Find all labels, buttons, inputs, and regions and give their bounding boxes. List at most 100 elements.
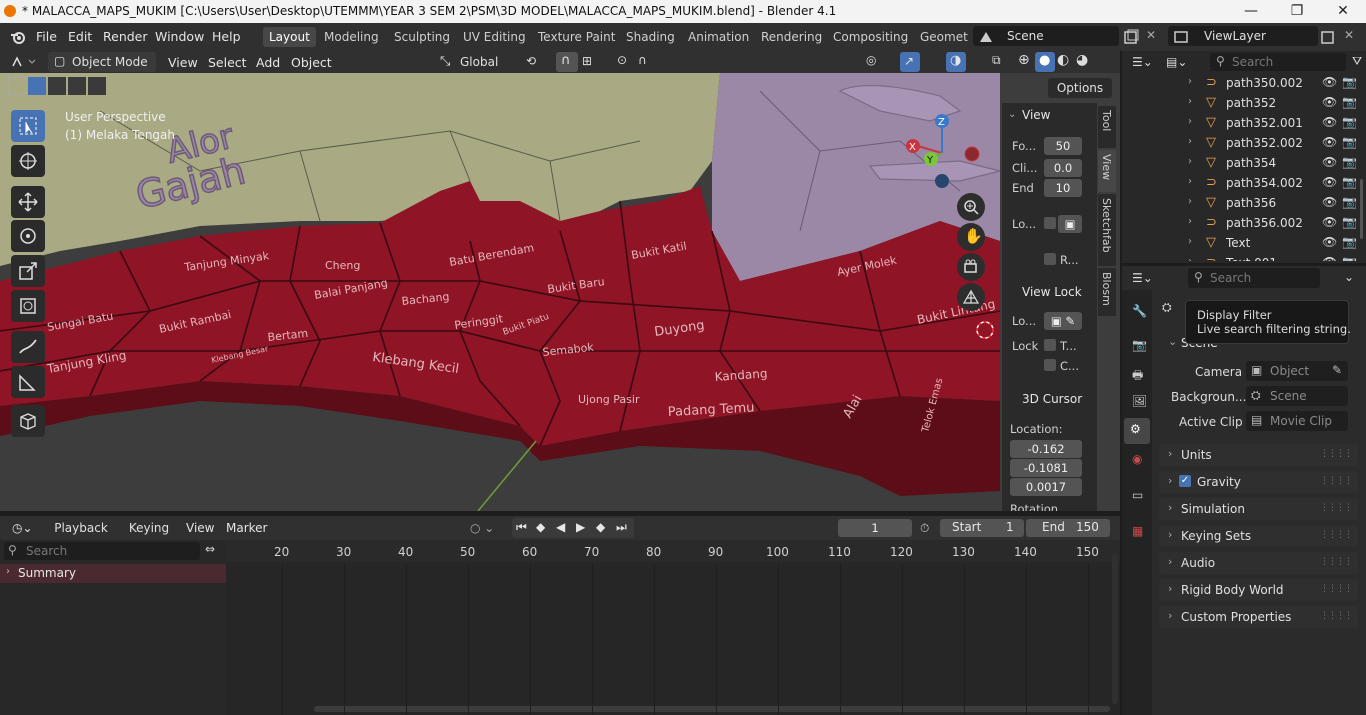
menu-file[interactable]: File — [36, 29, 57, 44]
visibility-eye-icon[interactable]: 👁 — [1322, 75, 1337, 89]
timeline-search-input[interactable]: Search — [4, 542, 200, 560]
local-camera-checkbox[interactable] — [1044, 217, 1056, 229]
tool-add-cube[interactable] — [11, 405, 45, 437]
expand-chevron-icon[interactable]: › — [1188, 216, 1192, 227]
lock-camera-checkbox[interactable] — [1044, 359, 1056, 371]
gravity-checkbox[interactable]: ✓ — [1179, 475, 1191, 487]
viewport-menu-view[interactable]: View — [168, 55, 198, 70]
tab-layout[interactable]: Layout — [263, 27, 316, 47]
viewport-menu-select[interactable]: Select — [208, 55, 247, 70]
lock-object-picker[interactable]: ▣ ✎ — [1044, 312, 1082, 330]
expand-chevron-icon[interactable]: › — [1188, 116, 1192, 127]
jump-start-icon[interactable]: ⏮ — [516, 520, 527, 535]
outliner-row[interactable]: › ▽ path352.002 👁 📷 — [1122, 133, 1358, 153]
next-keyframe-icon[interactable]: ◆ — [596, 520, 605, 534]
visibility-eye-icon[interactable]: 👁 — [1322, 195, 1337, 209]
tab-texture-paint[interactable]: Texture Paint — [532, 27, 621, 47]
world-properties-tab[interactable]: ◉ — [1132, 452, 1152, 472]
zoom-view-button[interactable] — [957, 193, 985, 221]
select-new-icon[interactable] — [8, 77, 26, 95]
timeline-horizontal-scrollbar[interactable] — [314, 706, 1110, 712]
sidebar-tab-sketchfab[interactable]: Sketchfab — [1098, 194, 1116, 266]
drag-grip-icon[interactable]: ⋮⋮⋮⋮ — [1320, 449, 1353, 459]
outliner-row[interactable]: › ▽ path352.001 👁 📷 — [1122, 113, 1358, 133]
tool-properties-tab[interactable]: 🔧 — [1132, 304, 1152, 324]
visibility-eye-icon[interactable]: 👁 — [1322, 215, 1337, 229]
end-frame-field[interactable]: End 150 — [1026, 519, 1110, 537]
render-visibility-icon[interactable]: 📷 — [1342, 75, 1357, 89]
render-visibility-icon[interactable]: 📷 — [1342, 235, 1357, 249]
menu-edit[interactable]: Edit — [68, 29, 92, 44]
tab-rendering[interactable]: Rendering — [755, 27, 828, 47]
proportional-edit-icon[interactable]: ⊙ — [617, 53, 627, 67]
keying-dropdown[interactable]: Keying — [120, 518, 178, 538]
play-icon[interactable]: ▶ — [576, 520, 585, 534]
focal-length-field[interactable]: 50 — [1044, 137, 1082, 155]
playback-dropdown[interactable]: Playback — [44, 518, 118, 538]
timeline-editor[interactable]: Search ⚲ ⇔ › Summary 20 30 40 50 60 70 80 90 100… — [0, 540, 1120, 715]
close-button[interactable]: ✕ — [1320, 0, 1366, 23]
maximize-button[interactable]: ❐ — [1274, 0, 1320, 23]
expand-chevron-icon[interactable]: › — [1188, 196, 1192, 207]
filter-icon[interactable]: ⛛ — [1352, 54, 1362, 69]
drag-grip-icon[interactable]: ⋮⋮⋮⋮ — [1320, 584, 1353, 594]
drag-grip-icon[interactable]: ⋮⋮⋮⋮ — [1320, 611, 1353, 621]
scene-properties-tab[interactable]: ⚙ — [1124, 418, 1150, 444]
cursor-y-field[interactable]: -0.1081 — [1010, 459, 1082, 477]
drag-grip-icon[interactable]: ⋮⋮⋮⋮ — [1320, 503, 1353, 513]
render-visibility-icon[interactable]: 📷 — [1342, 215, 1357, 229]
visibility-eye-icon[interactable]: 👁 — [1322, 135, 1337, 149]
outliner-row[interactable]: › ⊃ path354.002 👁 📷 — [1122, 173, 1358, 193]
section-custom-properties[interactable]: › Custom Properties ⋮⋮⋮⋮ — [1159, 606, 1358, 628]
display-mode-icon[interactable]: ▤⌄ — [1166, 55, 1187, 69]
tab-modeling[interactable]: Modeling — [318, 27, 385, 47]
expand-chevron-icon[interactable]: › — [1188, 96, 1192, 107]
properties-search-input[interactable]: Search — [1188, 268, 1320, 288]
expand-chevron-icon[interactable]: › — [1188, 236, 1192, 247]
local-camera-picker[interactable]: ▣ — [1058, 215, 1082, 233]
show-overlays-toggle[interactable]: ◑ — [946, 52, 966, 72]
select-invert-icon[interactable] — [68, 77, 86, 95]
camera-view-button[interactable] — [957, 253, 985, 281]
visibility-eye-icon[interactable]: 👁 — [1322, 95, 1337, 109]
timeline-menu-view[interactable]: View — [186, 521, 214, 535]
tool-rotate[interactable] — [11, 220, 45, 252]
show-gizmo-toggle[interactable]: ↗ — [900, 52, 920, 72]
pan-view-button[interactable]: ✋ — [957, 223, 985, 251]
snap-toggle[interactable]: ∩ — [556, 52, 578, 72]
prev-keyframe-icon[interactable]: ◆ — [536, 520, 545, 534]
background-scene-field[interactable]: Scene — [1246, 386, 1348, 406]
minimize-button[interactable]: — — [1228, 0, 1274, 23]
swap-icon[interactable]: ⇔ — [205, 542, 215, 556]
section-rigid-body-world[interactable]: › Rigid Body World ⋮⋮⋮⋮ — [1159, 579, 1358, 601]
drag-grip-icon[interactable]: ⋮⋮⋮⋮ — [1320, 557, 1353, 567]
tab-sculpting[interactable]: Sculpting — [388, 27, 456, 47]
remove-scene-icon[interactable]: ✕ — [1146, 28, 1156, 42]
outliner-row[interactable]: › ▽ path356 👁 📷 — [1122, 193, 1358, 213]
summary-row[interactable]: › Summary — [0, 564, 226, 583]
render-visibility-icon[interactable]: 📷 — [1342, 255, 1357, 261]
expand-chevron-icon[interactable]: › — [1188, 136, 1192, 147]
render-visibility-icon[interactable]: 📷 — [1342, 135, 1357, 149]
cursor-z-field[interactable]: 0.0017 — [1010, 478, 1082, 496]
outliner-scrollbar[interactable] — [1360, 179, 1363, 239]
texture-properties-tab[interactable]: ▦ — [1132, 524, 1152, 544]
viewport-menu-add[interactable]: Add — [256, 55, 280, 70]
tool-measure[interactable] — [11, 366, 45, 398]
tab-uv-editing[interactable]: UV Editing — [457, 27, 532, 47]
tool-annotate[interactable] — [11, 331, 45, 363]
expand-chevron-icon[interactable]: › — [1188, 156, 1192, 167]
render-visibility-icon[interactable]: 📷 — [1342, 95, 1357, 109]
render-region-checkbox[interactable] — [1044, 253, 1056, 265]
outliner-row[interactable]: › ▽ path352 👁 📷 — [1122, 93, 1358, 113]
select-extend-icon[interactable] — [28, 77, 46, 95]
jump-end-icon[interactable]: ⏭ — [616, 520, 627, 535]
material-shading-icon[interactable]: ◐ — [1057, 52, 1069, 68]
sidebar-tab-blosm[interactable]: Blosm — [1098, 268, 1116, 316]
tool-cursor[interactable] — [11, 145, 45, 177]
ortho-toggle-button[interactable] — [957, 283, 985, 311]
3d-cursor-header[interactable]: 3D Cursor — [1022, 392, 1082, 406]
start-frame-field[interactable]: Start 1 — [940, 519, 1024, 537]
render-visibility-icon[interactable]: 📷 — [1342, 155, 1357, 169]
properties-editor-icon[interactable]: ☰⌄ — [1132, 271, 1153, 285]
